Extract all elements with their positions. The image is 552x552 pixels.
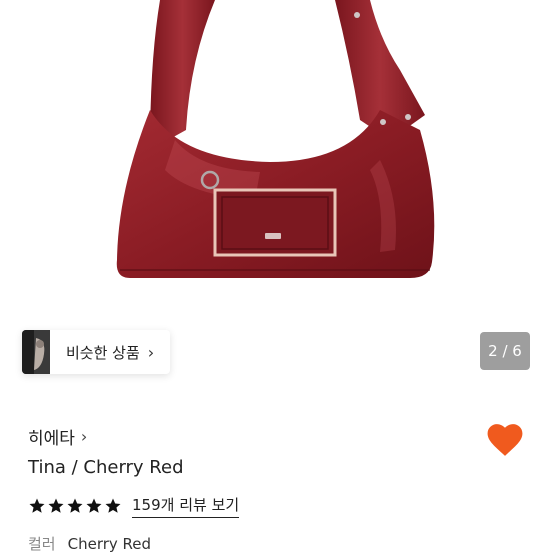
chevron-right-icon: › <box>147 342 155 362</box>
brand-name: 히에타 <box>28 429 75 449</box>
star-icon <box>86 498 102 513</box>
product-image[interactable] <box>0 0 552 300</box>
bag-illustration <box>116 0 435 278</box>
similar-items-thumbnail <box>22 330 50 374</box>
gallery-page-counter: 2 / 6 <box>480 332 530 370</box>
brand-link[interactable]: 히에타 › <box>28 424 87 449</box>
similar-items-button[interactable]: 비슷한 상품 › <box>22 330 171 374</box>
wishlist-button[interactable] <box>486 422 524 458</box>
star-icon <box>48 498 64 513</box>
heart-icon <box>487 424 523 456</box>
similar-items-label: 비슷한 상품 <box>66 343 140 362</box>
color-option-row: 컬러 Cherry Red <box>28 533 151 552</box>
rating-row: 159개 리뷰 보기 <box>28 494 240 518</box>
star-icon <box>67 498 83 513</box>
rating-stars <box>28 497 123 515</box>
review-link[interactable]: 159개 리뷰 보기 <box>132 494 240 518</box>
chevron-right-icon: › <box>80 427 88 446</box>
star-icon <box>105 498 121 513</box>
star-icon <box>29 498 45 513</box>
option-value: Cherry Red <box>67 535 152 552</box>
option-label: 컬러 <box>28 535 56 552</box>
product-title: Tina / Cherry Red <box>28 457 184 478</box>
